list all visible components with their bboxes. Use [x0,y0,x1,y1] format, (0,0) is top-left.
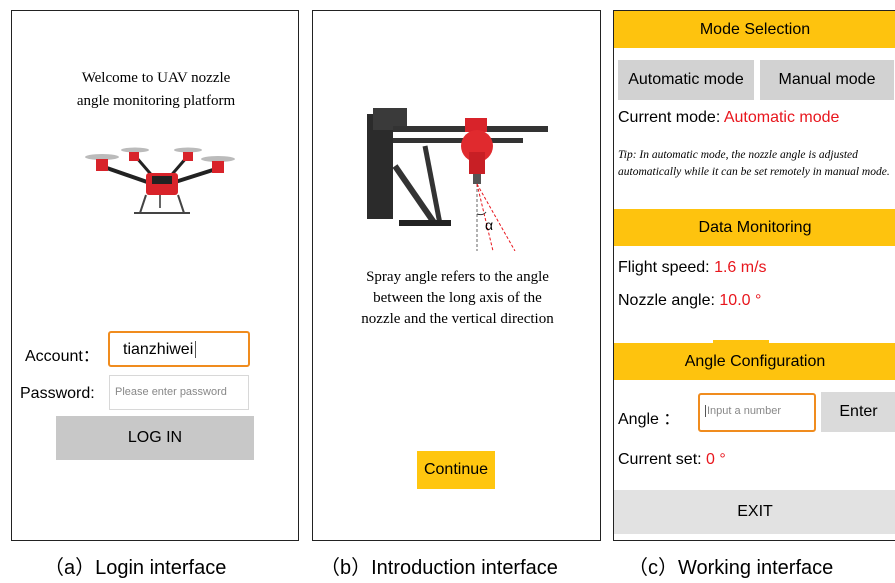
working-screen: Mode Selection Automatic mode Manual mod… [613,10,895,541]
drone-icon [85,147,235,214]
manual-mode-button[interactable]: Manual mode [760,60,894,100]
current-mode-row: Current mode: Automatic mode [618,109,839,127]
continue-button[interactable]: Continue [417,451,495,489]
current-set-row: Current set: 0 ° [618,451,726,469]
account-input[interactable]: tianzhiwei [108,331,250,367]
angle-input[interactable]: Input a number [698,393,816,432]
angle-symbol: α [485,217,494,233]
current-mode-value: Automatic mode [723,109,840,126]
flight-speed-row: Flight speed: 1.6 m/s [618,259,767,277]
intro-line-3: nozzle and the vertical direction [361,311,554,327]
nozzle-angle-label: Nozzle angle: [618,292,720,309]
current-set-value: 0 ° [706,451,726,468]
automatic-mode-button[interactable]: Automatic mode [618,60,754,100]
intro-text: Spray angle refers to the angle between … [313,267,600,330]
mode-selection-header: Mode Selection [614,11,895,48]
welcome-text: Welcome to UAV nozzle angle monitoring p… [12,67,298,113]
current-mode-label: Current mode: [618,109,724,126]
intro-line-2: between the long axis of the [373,290,542,306]
login-button[interactable]: LOG IN [56,416,254,460]
angle-label: Angle ： [618,411,680,428]
text-cursor [195,341,197,358]
caption-working: （c）Working interface [628,557,834,579]
nozzle-angle-value: 10.0 ° [719,292,762,309]
angle-placeholder: Input a number [707,405,781,417]
password-placeholder: Please enter password [115,386,227,398]
caption-login: （a）Login interface [44,557,227,579]
mode-tip: Tip: In automatic mode, the nozzle angle… [618,149,890,178]
caption-introduction: （b）Introduction interface [320,557,558,579]
account-value: tianzhiwei [123,341,194,358]
nozzle-angle-row: Nozzle angle: 10.0 ° [618,292,761,310]
angle-configuration-header: Angle Configuration [614,343,895,380]
data-monitoring-header: Data Monitoring [614,209,895,246]
password-input[interactable]: Please enter password [109,375,249,410]
enter-button[interactable]: Enter [821,392,895,432]
introduction-screen: α Spray angle refers to the angle betwee… [312,10,601,541]
intro-line-1: Spray angle refers to the angle [366,269,549,285]
flight-speed-value: 1.6 m/s [714,259,767,276]
password-label: Password: [20,385,95,402]
welcome-line-2: angle monitoring platform [76,93,236,109]
text-cursor [705,405,706,417]
nozzle-diagram [367,108,548,251]
exit-button[interactable]: EXIT [614,490,895,534]
login-screen: Welcome to UAV nozzle angle monitoring p… [11,10,299,541]
current-set-label: Current set: [618,451,707,468]
flight-speed-label: Flight speed: [618,259,715,276]
welcome-line-1: Welcome to UAV nozzle [81,70,231,86]
account-label: Account： [25,348,99,365]
